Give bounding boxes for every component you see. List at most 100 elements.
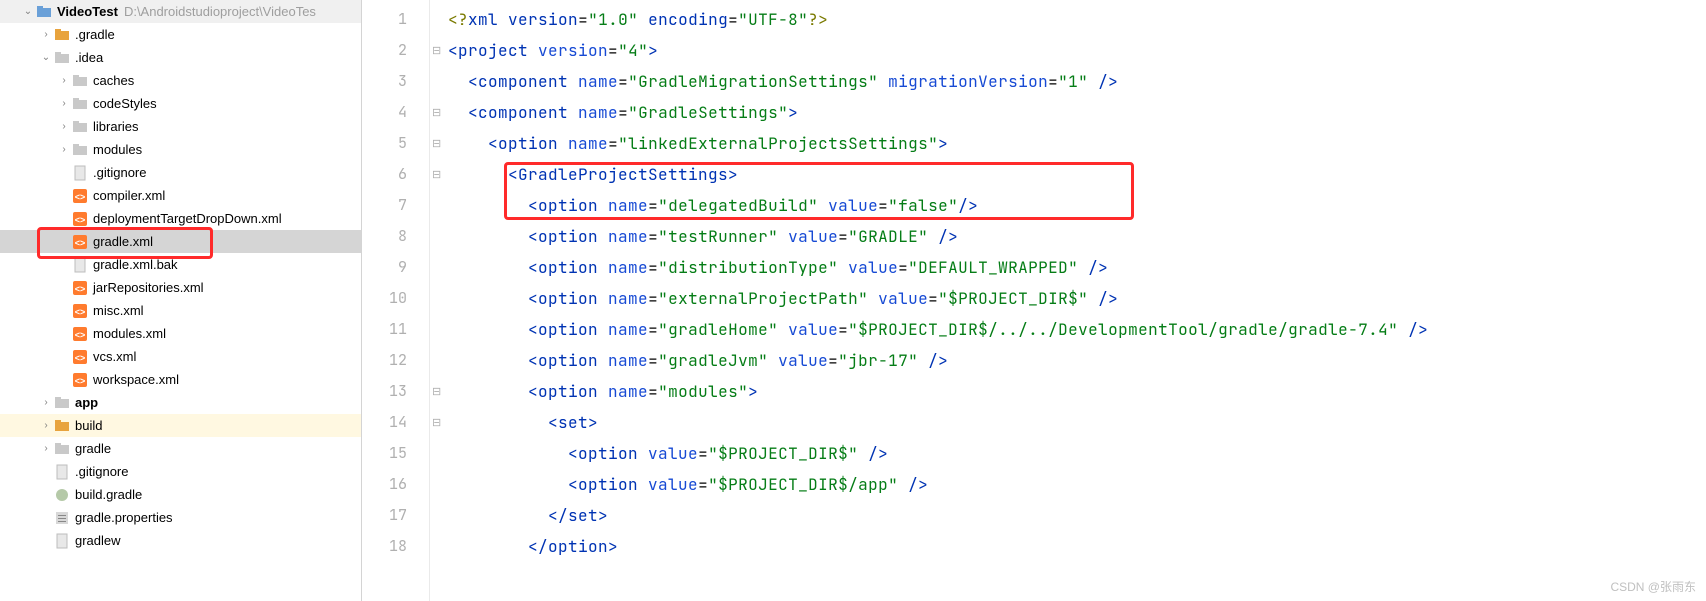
code-line[interactable]: <option name="delegatedBuild" value="fal… — [444, 190, 1706, 221]
token-punc — [448, 133, 488, 154]
token-tag: < — [548, 412, 558, 433]
tree-item-label: workspace.xml — [93, 372, 179, 387]
code-line[interactable]: <?xml version="1.0" encoding="UTF-8"?> — [444, 4, 1706, 35]
code-line[interactable]: <component name="GradleMigrationSettings… — [444, 66, 1706, 97]
tree-item-modules-xml[interactable]: <>modules.xml — [0, 322, 361, 345]
fold-toggle — [430, 469, 444, 500]
token-pistr: "UTF-8" — [738, 9, 808, 30]
token-attr: name — [608, 226, 648, 247]
code-line[interactable]: </set> — [444, 500, 1706, 531]
chevron-down-icon[interactable]: ⌄ — [22, 6, 34, 18]
tree-item--gitignore[interactable]: .gitignore — [0, 161, 361, 184]
code-line[interactable]: <option name="testRunner" value="GRADLE"… — [444, 221, 1706, 252]
token-tag: option — [538, 381, 608, 402]
code-line[interactable]: <option name="distributionType" value="D… — [444, 252, 1706, 283]
tree-item-deploymenttargetdropdown-xml[interactable]: <>deploymentTargetDropDown.xml — [0, 207, 361, 230]
tree-item-vcs-xml[interactable]: <>vcs.xml — [0, 345, 361, 368]
tree-item-modules[interactable]: ›modules — [0, 138, 361, 161]
token-tag: < — [528, 319, 538, 340]
token-tag: </ — [528, 536, 548, 557]
token-tag: > — [788, 102, 798, 123]
code-line[interactable]: <GradleProjectSettings> — [444, 159, 1706, 190]
tree-item-libraries[interactable]: ›libraries — [0, 115, 361, 138]
tree-item-jarrepositories-xml[interactable]: <>jarRepositories.xml — [0, 276, 361, 299]
token-str: "GradleMigrationSettings" — [628, 71, 878, 92]
chevron-right-icon[interactable]: › — [40, 397, 52, 409]
fold-toggle[interactable]: ⊟ — [430, 376, 444, 407]
fold-toggle[interactable]: ⊟ — [430, 97, 444, 128]
code-editor[interactable]: 123456789101112131415161718 ⊟⊟⊟⊟⊟⊟ <?xml… — [362, 0, 1706, 601]
line-number: 2 — [365, 35, 429, 66]
token-pik: xml — [468, 9, 498, 30]
token-tag: < — [528, 226, 538, 247]
tree-item-gradlew[interactable]: gradlew — [0, 529, 361, 552]
tree-item--gradle[interactable]: ›.gradle — [0, 23, 361, 46]
code-line[interactable]: <option value="$PROJECT_DIR$/app" /> — [444, 469, 1706, 500]
tree-item-gradle-properties[interactable]: gradle.properties — [0, 506, 361, 529]
code-line[interactable]: <option name="gradleHome" value="$PROJEC… — [444, 314, 1706, 345]
token-punc — [638, 9, 648, 30]
xml-icon: <> — [72, 188, 88, 204]
chevron-right-icon[interactable]: › — [40, 29, 52, 41]
token-attr: value — [788, 319, 838, 340]
token-punc — [448, 226, 528, 247]
tree-item-label: caches — [93, 73, 134, 88]
token-punc — [448, 195, 528, 216]
token-attr: name — [568, 133, 608, 154]
chevron-down-icon[interactable]: ⌄ — [40, 52, 52, 64]
fold-toggle[interactable]: ⊟ — [430, 407, 444, 438]
fold-toggle — [430, 314, 444, 345]
token-punc: = — [648, 195, 658, 216]
token-punc — [448, 71, 468, 92]
fold-minus-icon: ⊟ — [432, 108, 442, 118]
fold-toggle[interactable]: ⊟ — [430, 128, 444, 159]
line-number: 4 — [365, 97, 429, 128]
code-line[interactable]: <option value="$PROJECT_DIR$" /> — [444, 438, 1706, 469]
chevron-right-icon[interactable]: › — [40, 443, 52, 455]
token-tag: < — [468, 102, 478, 123]
chevron-right-icon[interactable]: › — [58, 144, 70, 156]
token-str: "jbr-17" — [838, 350, 918, 371]
fold-minus-icon: ⊟ — [432, 170, 442, 180]
code-line[interactable]: <option name="linkedExternalProjectsSett… — [444, 128, 1706, 159]
token-punc: = — [578, 9, 588, 30]
tree-item--idea[interactable]: ⌄.idea — [0, 46, 361, 69]
tree-item-caches[interactable]: › caches — [0, 69, 361, 92]
token-pik: version — [508, 9, 578, 30]
token-tag: project — [458, 40, 538, 61]
token-tag: option — [538, 350, 608, 371]
token-tag: < — [468, 71, 478, 92]
code-line[interactable]: <set> — [444, 407, 1706, 438]
token-punc: = — [828, 350, 838, 371]
tree-item--gitignore[interactable]: .gitignore — [0, 460, 361, 483]
tree-item-workspace-xml[interactable]: <>workspace.xml — [0, 368, 361, 391]
fold-gutter[interactable]: ⊟⊟⊟⊟⊟⊟ — [430, 0, 444, 601]
tree-item-videotest[interactable]: ⌄VideoTestD:\Androidstudioproject\VideoT… — [0, 0, 361, 23]
tree-item-misc-xml[interactable]: <>misc.xml — [0, 299, 361, 322]
tree-item-app[interactable]: ›app — [0, 391, 361, 414]
tree-item-gradle-xml-bak[interactable]: gradle.xml.bak — [0, 253, 361, 276]
tree-item-gradle-xml[interactable]: <>gradle.xml — [0, 230, 361, 253]
chevron-right-icon[interactable]: › — [58, 121, 70, 133]
fold-toggle[interactable]: ⊟ — [430, 159, 444, 190]
code-line[interactable]: <project version="4"> — [444, 35, 1706, 66]
code-line[interactable]: <option name="modules"> — [444, 376, 1706, 407]
code-area[interactable]: <?xml version="1.0" encoding="UTF-8"?><p… — [444, 0, 1706, 601]
code-line[interactable]: <option name="gradleJvm" value="jbr-17" … — [444, 345, 1706, 376]
chevron-right-icon[interactable]: › — [58, 75, 70, 87]
tree-item-label: build — [75, 418, 102, 433]
fold-toggle[interactable]: ⊟ — [430, 35, 444, 66]
tree-item-build-gradle[interactable]: build.gradle — [0, 483, 361, 506]
code-line[interactable]: <component name="GradleSettings"> — [444, 97, 1706, 128]
project-tree[interactable]: ⌄VideoTestD:\Androidstudioproject\VideoT… — [0, 0, 362, 601]
tree-item-codestyles[interactable]: ›codeStyles — [0, 92, 361, 115]
chevron-right-icon[interactable]: › — [40, 420, 52, 432]
tree-item-compiler-xml[interactable]: <>compiler.xml — [0, 184, 361, 207]
code-line[interactable]: </option> — [444, 531, 1706, 562]
line-number: 1 — [365, 4, 429, 35]
token-punc: = — [728, 9, 738, 30]
chevron-right-icon[interactable]: › — [58, 98, 70, 110]
code-line[interactable]: <option name="externalProjectPath" value… — [444, 283, 1706, 314]
tree-item-build[interactable]: › build — [0, 414, 361, 437]
tree-item-gradle[interactable]: ›gradle — [0, 437, 361, 460]
